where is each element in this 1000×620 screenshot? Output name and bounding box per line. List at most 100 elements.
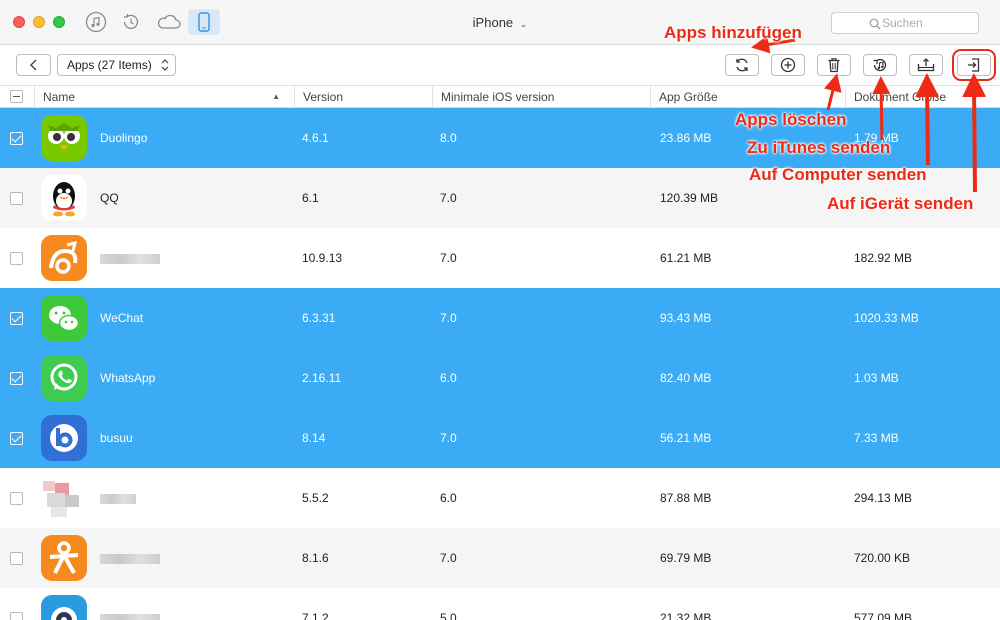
app-version: 8.14 — [302, 431, 326, 445]
search-icon — [869, 18, 881, 30]
annotation-send-device: Auf iGerät senden — [827, 194, 974, 213]
app-name: QQ — [100, 191, 119, 205]
app-window: iPhone ⌄ Suchen Apps (27 Items) Name ▲ V… — [0, 0, 1000, 620]
redacted-app-name — [100, 614, 160, 620]
redacted-app-name — [100, 494, 136, 504]
backup-restore-icon[interactable] — [119, 10, 143, 34]
min-ios-version: 7.0 — [440, 431, 457, 445]
min-ios-version: 7.0 — [440, 191, 457, 205]
music-icon[interactable] — [84, 10, 108, 34]
row-checkbox[interactable] — [10, 552, 23, 565]
document-size: 1.03 MB — [854, 371, 899, 385]
device-title: iPhone — [472, 15, 514, 30]
send-to-device-button[interactable] — [952, 49, 996, 81]
chevron-left-icon — [29, 59, 36, 71]
row-checkbox[interactable] — [10, 192, 23, 205]
column-header-name[interactable]: Name ▲ — [34, 86, 294, 108]
iphone-device-icon[interactable] — [188, 9, 220, 35]
document-size: 294.13 MB — [854, 491, 913, 505]
min-ios-version: 5.0 — [440, 611, 457, 620]
device-import-icon — [968, 58, 980, 72]
table-header: Name ▲ Version Minimale iOS version App … — [0, 86, 1000, 108]
delete-apps-button[interactable] — [817, 54, 851, 76]
app-size: 93.43 MB — [660, 311, 712, 325]
app-size: 69.79 MB — [660, 551, 712, 565]
table-row[interactable]: WhatsApp 2.16.11 6.0 82.40 MB 1.03 MB — [0, 348, 1000, 408]
back-button[interactable] — [16, 54, 51, 76]
minimize-window-button[interactable] — [33, 16, 45, 28]
annotation-send-itunes: Zu iTunes senden — [747, 138, 891, 157]
orange-person-app-icon — [41, 535, 87, 581]
whatsapp-icon — [41, 355, 87, 401]
row-checkbox[interactable] — [10, 432, 23, 445]
app-size: 82.40 MB — [660, 371, 712, 385]
min-ios-version: 8.0 — [440, 131, 457, 145]
column-header-app-size[interactable]: App Größe — [650, 86, 845, 108]
annotation-delete-apps: Apps löschen — [735, 110, 847, 129]
refresh-button[interactable] — [725, 54, 759, 76]
toolbar: Apps (27 Items) — [0, 45, 1000, 86]
table-row[interactable]: 10.9.13 7.0 61.21 MB 182.92 MB — [0, 228, 1000, 288]
table-row[interactable]: 7.1.2 5.0 21.32 MB 577.09 MB — [0, 588, 1000, 620]
trash-icon — [828, 58, 840, 73]
app-version: 6.3.31 — [302, 311, 336, 325]
cloud-icon[interactable] — [155, 10, 183, 34]
row-checkbox[interactable] — [10, 612, 23, 620]
category-dropdown[interactable]: Apps (27 Items) — [57, 54, 176, 76]
uc-browser-icon — [41, 235, 87, 281]
itunes-export-icon — [873, 58, 887, 72]
redacted-app-name — [100, 554, 160, 564]
maximize-window-button[interactable] — [53, 16, 65, 28]
app-name: Duolingo — [100, 131, 148, 145]
add-apps-button[interactable] — [771, 54, 805, 76]
document-size: 1020.33 MB — [854, 311, 919, 325]
send-to-itunes-button[interactable] — [863, 54, 897, 76]
redacted-app-name — [100, 254, 160, 264]
row-checkbox[interactable] — [10, 132, 23, 145]
app-name: WeChat — [100, 311, 144, 325]
search-input[interactable]: Suchen — [831, 12, 979, 34]
app-version: 2.16.11 — [302, 371, 342, 385]
blue-app-icon — [41, 595, 87, 620]
category-label: Apps (27 Items) — [67, 58, 152, 72]
column-header-min-ios[interactable]: Minimale iOS version — [432, 86, 650, 108]
column-min-ios-label: Minimale iOS version — [441, 90, 555, 104]
chevron-down-icon: ⌄ — [519, 19, 528, 29]
send-to-computer-button[interactable] — [909, 54, 943, 76]
min-ios-version: 7.0 — [440, 311, 457, 325]
sort-ascending-icon: ▲ — [272, 92, 280, 101]
app-size: 87.88 MB — [660, 491, 712, 505]
table-row[interactable]: WeChat 6.3.31 7.0 93.43 MB 1020.33 MB — [0, 288, 1000, 348]
table-row[interactable]: busuu 8.14 7.0 56.21 MB 7.33 MB — [0, 408, 1000, 468]
updown-arrows-icon — [161, 59, 169, 71]
app-version: 8.1.6 — [302, 551, 329, 565]
annotation-add-apps: Apps hinzufügen — [664, 23, 802, 42]
device-selector[interactable]: iPhone ⌄ — [440, 15, 560, 30]
column-header-doc-size[interactable]: Dokument Größe — [845, 86, 1000, 108]
column-name-label: Name — [43, 90, 76, 104]
column-app-size-label: App Größe — [659, 90, 718, 104]
column-doc-size-label: Dokument Größe — [854, 90, 947, 104]
plus-circle-icon — [780, 57, 796, 73]
select-all-checkbox[interactable] — [10, 90, 23, 103]
column-header-version[interactable]: Version — [294, 86, 432, 108]
refresh-icon — [736, 58, 748, 72]
close-window-button[interactable] — [13, 16, 25, 28]
row-checkbox[interactable] — [10, 252, 23, 265]
table-row[interactable]: 8.1.6 7.0 69.79 MB 720.00 KB — [0, 528, 1000, 588]
app-version: 4.6.1 — [302, 131, 329, 145]
row-checkbox[interactable] — [10, 372, 23, 385]
row-checkbox[interactable] — [10, 492, 23, 505]
app-size: 61.21 MB — [660, 251, 712, 265]
search-placeholder: Suchen — [882, 16, 923, 30]
app-size: 56.21 MB — [660, 431, 712, 445]
min-ios-version: 6.0 — [440, 371, 457, 385]
row-checkbox[interactable] — [10, 312, 23, 325]
duolingo-icon — [41, 115, 87, 161]
table-row[interactable]: 5.5.2 6.0 87.88 MB 294.13 MB — [0, 468, 1000, 528]
document-size: 577.09 MB — [854, 611, 913, 620]
app-size: 23.86 MB — [660, 131, 712, 145]
title-bar: iPhone ⌄ Suchen — [0, 0, 1000, 45]
app-name: WhatsApp — [100, 371, 156, 385]
app-version: 5.5.2 — [302, 491, 329, 505]
